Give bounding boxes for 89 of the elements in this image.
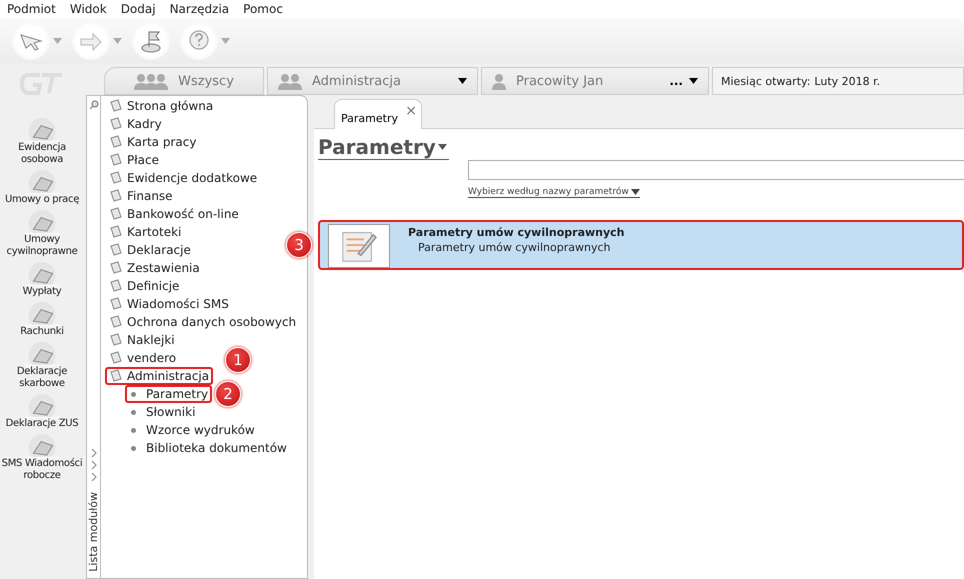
caret-icon	[689, 78, 698, 84]
module-item[interactable]: Finanse	[105, 187, 177, 205]
module-button[interactable]: SMS Wiadomości robocze	[0, 434, 84, 482]
submodule-item[interactable]: Wzorce wydruków	[125, 421, 259, 439]
document-icon	[109, 297, 123, 311]
module-item[interactable]: Deklaracje	[105, 241, 195, 259]
callout-badge: 2	[215, 381, 241, 407]
context-tab[interactable]: Wszyscy	[104, 67, 264, 95]
module-icon	[25, 118, 59, 142]
module-item[interactable]: Ochrona danych osobowych	[105, 313, 300, 331]
bullet-icon	[131, 392, 136, 396]
bullet-icon	[131, 446, 136, 450]
document-icon	[109, 279, 123, 293]
document-icon	[109, 333, 123, 347]
caret-icon	[438, 144, 447, 150]
document-tab[interactable]: Parametry ×	[334, 99, 422, 129]
module-button[interactable]: Umowy o pracę	[0, 170, 84, 206]
bullet-icon	[131, 410, 136, 414]
module-icon	[25, 394, 59, 418]
result-subtitle: Parametry umów cywilnoprawnych	[417, 241, 612, 254]
toolbar-button[interactable]	[180, 22, 230, 60]
module-button[interactable]: Rachunki	[0, 302, 84, 338]
flag-icon	[139, 29, 163, 53]
module-button[interactable]: Ewidencja osobowa	[0, 118, 84, 166]
document-icon	[109, 225, 123, 239]
document-icon	[109, 207, 123, 221]
panel-side-label: Lista modułów	[87, 492, 100, 572]
module-button[interactable]: Deklaracje ZUS	[0, 394, 84, 430]
menu-item[interactable]: Podmiot	[7, 2, 56, 16]
module-icon	[25, 262, 59, 286]
document-icon	[109, 99, 123, 113]
module-icon	[25, 302, 59, 326]
chevron-icon[interactable]	[90, 472, 98, 482]
module-item[interactable]: Definicje	[105, 277, 184, 295]
module-button[interactable]: Deklaracje skarbowe	[0, 342, 84, 390]
menu-item[interactable]: Narzędzia	[170, 2, 230, 16]
context-tab[interactable]: Administracja	[267, 67, 478, 95]
document-icon	[109, 261, 123, 275]
page-heading[interactable]: Parametry	[318, 135, 449, 160]
document-icon	[109, 351, 123, 365]
document-icon	[109, 189, 123, 203]
document-icon	[109, 315, 123, 329]
search-field[interactable]	[468, 160, 964, 180]
module-icon	[25, 342, 59, 366]
menu-item[interactable]: Widok	[70, 2, 107, 16]
filter-link[interactable]: Wybierz według nazwy parametrów	[468, 187, 640, 198]
bullet-icon	[131, 428, 136, 432]
module-item[interactable]: Bankowość on-line	[105, 205, 243, 223]
caret-icon	[458, 78, 467, 84]
caret-icon	[221, 38, 230, 44]
menu-item[interactable]: Dodaj	[120, 2, 156, 16]
document-icon	[109, 243, 123, 257]
caret-icon	[630, 189, 640, 195]
document-icon	[109, 135, 123, 149]
module-icon	[25, 210, 59, 234]
module-item[interactable]: Ewidencje dodatkowe	[105, 169, 262, 187]
module-button[interactable]: Umowy cywilnoprawne	[0, 210, 84, 258]
document-icon	[109, 171, 123, 185]
edit-document-icon	[328, 224, 390, 268]
document-icon	[109, 369, 123, 383]
arrow-icon	[79, 31, 103, 51]
submodule-item[interactable]: Biblioteka dokumentów	[125, 439, 291, 457]
document-icon	[109, 153, 123, 167]
module-item[interactable]: Zestawienia	[105, 259, 204, 277]
month-value: Luty 2018 r.	[814, 74, 880, 88]
month-label: Miesiąc otwarty:	[721, 74, 810, 88]
module-item[interactable]: Płace	[105, 151, 163, 169]
caret-icon	[53, 38, 62, 44]
module-item[interactable]: Strona główna	[105, 97, 218, 115]
toolbar-button[interactable]	[72, 22, 122, 60]
toolbar-button[interactable]	[12, 22, 62, 60]
menu-item[interactable]: Pomoc	[243, 2, 283, 16]
callout-badge: 1	[225, 347, 251, 373]
module-item[interactable]: vendero	[105, 349, 180, 367]
module-item[interactable]: Karta pracy	[105, 133, 200, 151]
module-item[interactable]: Kartoteki	[105, 223, 186, 241]
module-item[interactable]: Naklejki	[105, 331, 179, 349]
close-icon[interactable]: ×	[405, 103, 417, 119]
module-item[interactable]: Wiadomości SMS	[105, 295, 233, 313]
module-icon	[25, 434, 59, 458]
module-item[interactable]: Kadry	[105, 115, 166, 133]
result-title: Parametry umów cywilnoprawnych	[408, 226, 625, 239]
module-icon	[25, 170, 59, 194]
module-button[interactable]: Wypłaty	[0, 262, 84, 298]
document-icon	[109, 117, 123, 131]
chevron-icon[interactable]	[90, 448, 98, 458]
context-tab[interactable]: Pracowity Jan ...	[481, 67, 709, 95]
caret-icon	[113, 38, 122, 44]
chevron-icon[interactable]	[90, 460, 98, 470]
